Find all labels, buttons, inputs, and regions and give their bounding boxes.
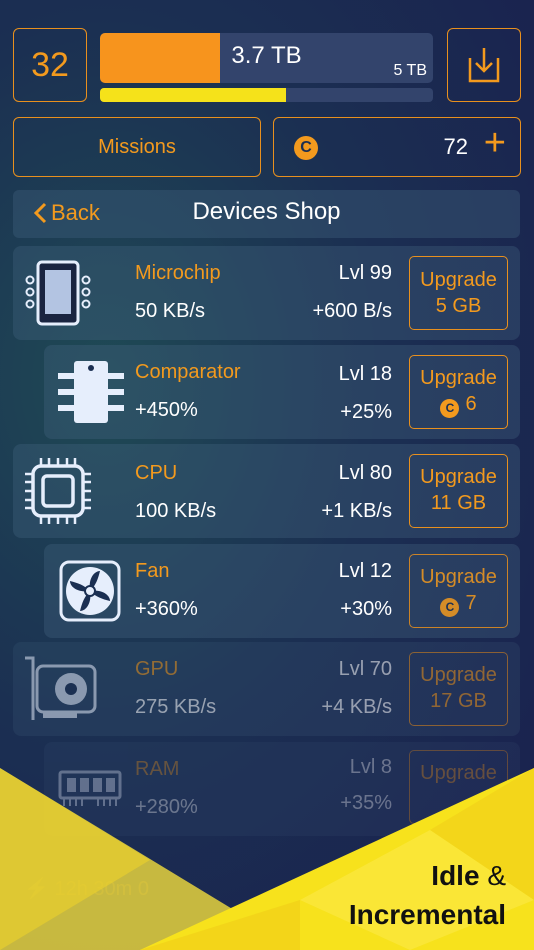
upgrade-cost: 17 GB: [430, 690, 487, 712]
coin-icon: C: [294, 136, 318, 160]
progress-fill: [100, 88, 287, 102]
tagline-amp: &: [487, 860, 506, 891]
ram-icon: [58, 770, 122, 806]
device-bonus: +600 B/s: [312, 300, 392, 322]
upgrade-label: Upgrade: [420, 762, 497, 784]
device-rate: +450%: [135, 399, 198, 421]
promo-tagline: Idle & Incremental: [349, 856, 506, 934]
device-rate: +280%: [135, 796, 198, 818]
device-rate: 275 KB/s: [135, 696, 217, 718]
device-rate: +360%: [135, 598, 198, 620]
device-row-fan: Fan +360% Lvl 12 +30% Upgrade C7: [44, 544, 520, 638]
tagline-idle: Idle: [431, 860, 480, 891]
device-name: CPU: [135, 462, 178, 484]
lightning-icon: ⚡: [24, 878, 49, 900]
device-level: Lvl 99: [338, 262, 392, 284]
device-name: Comparator: [135, 361, 241, 383]
device-level: Lvl 12: [338, 560, 392, 582]
microchip-icon: [25, 260, 91, 326]
device-level: Lvl 18: [338, 363, 392, 385]
device-level: Lvl 80: [338, 462, 392, 484]
upgrade-label: Upgrade: [420, 367, 497, 389]
device-name: GPU: [135, 658, 179, 680]
chevron-left-icon: [33, 202, 47, 224]
device-rate: 100 KB/s: [135, 500, 217, 522]
storage-bar: 3.7 TB 5 TB: [100, 33, 433, 83]
upgrade-button[interactable]: Upgrade C6: [409, 355, 508, 429]
device-name: Fan: [135, 560, 170, 582]
tagline-incremental: Incremental: [348, 899, 506, 930]
timer-text: 12h 30m 0: [54, 878, 149, 900]
device-level: Lvl 8: [349, 756, 392, 778]
device-row-ram: RAM +280% Lvl 8 +35% Upgrade: [44, 742, 520, 836]
upgrade-button[interactable]: Upgrade C7: [409, 554, 508, 628]
device-bonus: +25%: [340, 401, 392, 423]
gpu-icon: [25, 656, 97, 720]
upgrade-label: Upgrade: [420, 566, 497, 588]
cpu-icon: [25, 458, 91, 524]
player-level: 32: [13, 28, 87, 102]
device-rate: 50 KB/s: [135, 300, 206, 322]
device-bonus: +4 KB/s: [321, 696, 392, 718]
device-bonus: +1 KB/s: [321, 500, 392, 522]
upgrade-cost: 11 GB: [430, 492, 487, 514]
upgrade-label: Upgrade: [420, 664, 497, 686]
comparator-chip-icon: [58, 361, 124, 423]
upgrade-button[interactable]: Upgrade 5 GB: [409, 256, 508, 330]
device-row-gpu: GPU 275 KB/s Lvl 70 +4 KB/s Upgrade 17 G…: [13, 642, 520, 736]
upgrade-cost: 7: [465, 592, 477, 614]
save-button[interactable]: [447, 28, 521, 102]
upgrade-cost: 5 GB: [435, 295, 482, 317]
missions-button[interactable]: Missions: [13, 117, 261, 177]
storage-max: 5 TB: [393, 62, 428, 79]
device-name: Microchip: [135, 262, 221, 284]
storage-current: 3.7 TB: [231, 42, 302, 69]
device-level: Lvl 70: [338, 658, 392, 680]
device-row-cpu: CPU 100 KB/s Lvl 80 +1 KB/s Upgrade 11 G…: [13, 444, 520, 538]
upgrade-button[interactable]: Upgrade: [409, 750, 508, 824]
upgrade-label: Upgrade: [420, 466, 497, 488]
coin-icon: C: [440, 597, 460, 617]
add-coins-button[interactable]: +: [484, 124, 506, 162]
upgrade-cost: 6: [465, 393, 477, 415]
upgrade-label: Upgrade: [420, 269, 497, 291]
upgrade-button[interactable]: Upgrade 11 GB: [409, 454, 508, 528]
back-label: Back: [51, 200, 100, 225]
coins-panel[interactable]: C 72 +: [273, 117, 521, 177]
shop-header: Devices Shop Back: [13, 190, 520, 238]
coins-amount: 72: [443, 134, 468, 159]
upgrade-button[interactable]: Upgrade 17 GB: [409, 652, 508, 726]
device-bonus: +35%: [340, 792, 392, 814]
progress-bar: [100, 88, 433, 102]
offline-timer: ⚡ 12h 30m 0: [24, 876, 149, 901]
device-row-comparator: Comparator +450% Lvl 18 +25% Upgrade C6: [44, 345, 520, 439]
coin-icon: C: [440, 398, 460, 418]
fan-icon: [59, 560, 121, 622]
download-tray-icon: [468, 48, 500, 83]
device-bonus: +30%: [340, 598, 392, 620]
device-name: RAM: [135, 758, 180, 780]
back-button[interactable]: Back: [33, 200, 100, 226]
device-row-microchip: Microchip 50 KB/s Lvl 99 +600 B/s Upgrad…: [13, 246, 520, 340]
